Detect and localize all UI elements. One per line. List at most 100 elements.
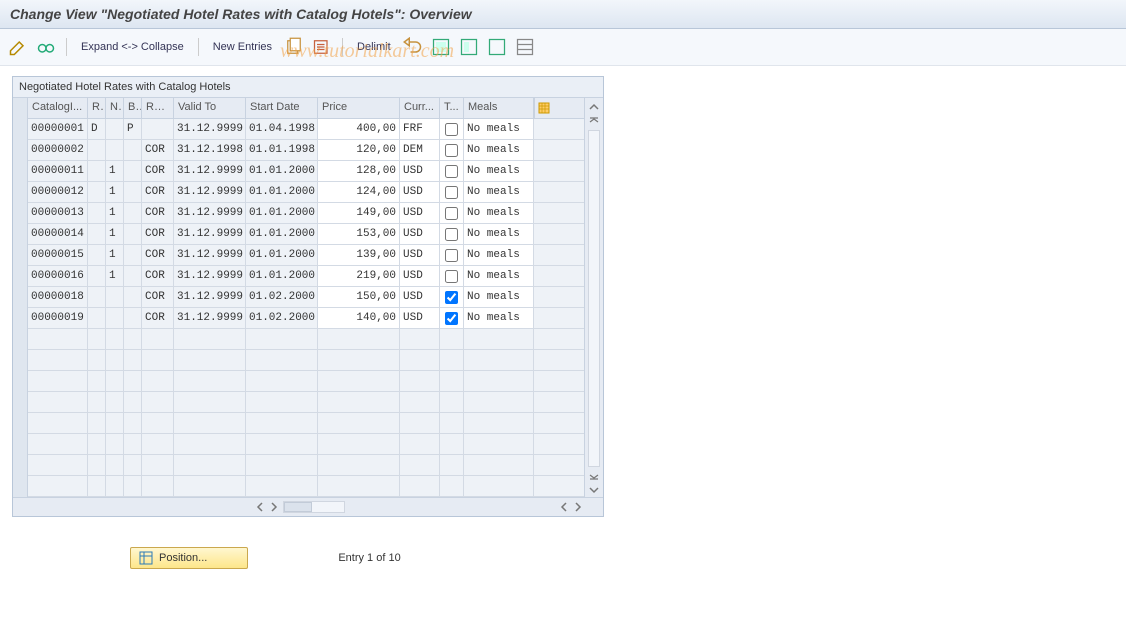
- cell-t[interactable]: [440, 203, 464, 223]
- undo-icon[interactable]: [403, 37, 423, 57]
- table-row[interactable]: 000000131COR31.12.999901.01.2000149,00US…: [28, 203, 584, 224]
- hscroll-right2-icon[interactable]: [571, 500, 585, 514]
- cell-price[interactable]: 139,00: [318, 245, 400, 265]
- table-row[interactable]: 00000019COR31.12.999901.02.2000140,00USD…: [28, 308, 584, 329]
- col-n[interactable]: N...: [106, 98, 124, 118]
- checkbox-t[interactable]: [445, 123, 458, 136]
- table-row[interactable]: [28, 371, 584, 392]
- cell-price[interactable]: 219,00: [318, 266, 400, 286]
- cell-meals[interactable]: [464, 455, 534, 475]
- cell-curr[interactable]: [400, 371, 440, 391]
- cell-curr[interactable]: FRF: [400, 119, 440, 139]
- cell-curr[interactable]: DEM: [400, 140, 440, 160]
- cell-price[interactable]: [318, 455, 400, 475]
- expand-collapse-button[interactable]: Expand <-> Collapse: [77, 41, 188, 53]
- cell-price[interactable]: [318, 476, 400, 496]
- cell-meals[interactable]: No meals: [464, 119, 534, 139]
- table-row[interactable]: 000000121COR31.12.999901.01.2000124,00US…: [28, 182, 584, 203]
- cell-curr[interactable]: [400, 455, 440, 475]
- glasses-icon[interactable]: [36, 37, 56, 57]
- horizontal-scrollbar[interactable]: [13, 497, 603, 516]
- cell-meals[interactable]: No meals: [464, 266, 534, 286]
- checkbox-t[interactable]: [445, 249, 458, 262]
- table-row[interactable]: [28, 476, 584, 497]
- cell-curr[interactable]: [400, 350, 440, 370]
- checkbox-t[interactable]: [445, 165, 458, 178]
- cell-t[interactable]: [440, 266, 464, 286]
- table-row[interactable]: 000000111COR31.12.999901.01.2000128,00US…: [28, 161, 584, 182]
- col-rate[interactable]: Rate: [142, 98, 174, 118]
- cell-meals[interactable]: No meals: [464, 224, 534, 244]
- select-block-icon[interactable]: [459, 37, 479, 57]
- cell-t[interactable]: [440, 119, 464, 139]
- row-selector-gutter[interactable]: [13, 98, 28, 497]
- table-row[interactable]: 00000002COR31.12.199801.01.1998120,00DEM…: [28, 140, 584, 161]
- cell-price[interactable]: [318, 350, 400, 370]
- cell-price[interactable]: [318, 371, 400, 391]
- cell-t[interactable]: [440, 182, 464, 202]
- cell-t[interactable]: [440, 245, 464, 265]
- config-list-icon[interactable]: [515, 37, 535, 57]
- scroll-down-line-icon[interactable]: [588, 470, 600, 482]
- cell-curr[interactable]: USD: [400, 224, 440, 244]
- cell-meals[interactable]: [464, 350, 534, 370]
- cell-t[interactable]: [440, 161, 464, 181]
- col-t[interactable]: T...: [440, 98, 464, 118]
- cell-price[interactable]: 120,00: [318, 140, 400, 160]
- table-row[interactable]: 00000001DP31.12.999901.04.1998400,00FRFN…: [28, 119, 584, 140]
- hscroll-right-icon[interactable]: [267, 500, 281, 514]
- checkbox-t[interactable]: [445, 207, 458, 220]
- vertical-scrollbar[interactable]: [584, 98, 603, 497]
- col-start[interactable]: Start Date: [246, 98, 318, 118]
- cell-curr[interactable]: USD: [400, 287, 440, 307]
- cell-meals[interactable]: [464, 434, 534, 454]
- new-entries-button[interactable]: New Entries: [209, 41, 276, 53]
- hscroll-track[interactable]: [283, 501, 345, 513]
- hscroll-left2-icon[interactable]: [557, 500, 571, 514]
- col-valid[interactable]: Valid To: [174, 98, 246, 118]
- cell-t[interactable]: [440, 224, 464, 244]
- cell-t[interactable]: [440, 413, 464, 433]
- cell-price[interactable]: 124,00: [318, 182, 400, 202]
- cell-meals[interactable]: No meals: [464, 140, 534, 160]
- change-icon[interactable]: [8, 37, 28, 57]
- cell-meals[interactable]: [464, 476, 534, 496]
- cell-price[interactable]: [318, 434, 400, 454]
- cell-t[interactable]: [440, 329, 464, 349]
- cell-curr[interactable]: USD: [400, 203, 440, 223]
- cell-curr[interactable]: [400, 413, 440, 433]
- cell-t[interactable]: [440, 392, 464, 412]
- cell-meals[interactable]: No meals: [464, 308, 534, 328]
- cell-curr[interactable]: [400, 329, 440, 349]
- table-row[interactable]: [28, 413, 584, 434]
- cell-t[interactable]: [440, 476, 464, 496]
- scroll-down-icon[interactable]: [588, 484, 600, 496]
- col-curr[interactable]: Curr...: [400, 98, 440, 118]
- cell-price[interactable]: 400,00: [318, 119, 400, 139]
- cell-meals[interactable]: [464, 413, 534, 433]
- cell-t[interactable]: [440, 455, 464, 475]
- cell-price[interactable]: 150,00: [318, 287, 400, 307]
- cell-curr[interactable]: USD: [400, 266, 440, 286]
- cell-t[interactable]: [440, 308, 464, 328]
- cell-t[interactable]: [440, 371, 464, 391]
- cell-meals[interactable]: [464, 392, 534, 412]
- cell-meals[interactable]: No meals: [464, 245, 534, 265]
- checkbox-t[interactable]: [445, 144, 458, 157]
- cell-meals[interactable]: No meals: [464, 203, 534, 223]
- cell-price[interactable]: [318, 392, 400, 412]
- table-row[interactable]: [28, 455, 584, 476]
- cell-curr[interactable]: USD: [400, 308, 440, 328]
- select-all-icon[interactable]: [431, 37, 451, 57]
- cell-meals[interactable]: No meals: [464, 161, 534, 181]
- checkbox-t[interactable]: [445, 291, 458, 304]
- cell-meals[interactable]: [464, 371, 534, 391]
- table-row[interactable]: [28, 329, 584, 350]
- table-row[interactable]: [28, 350, 584, 371]
- cell-price[interactable]: 149,00: [318, 203, 400, 223]
- table-row[interactable]: [28, 392, 584, 413]
- cell-curr[interactable]: [400, 476, 440, 496]
- cell-meals[interactable]: [464, 329, 534, 349]
- cell-t[interactable]: [440, 434, 464, 454]
- checkbox-t[interactable]: [445, 270, 458, 283]
